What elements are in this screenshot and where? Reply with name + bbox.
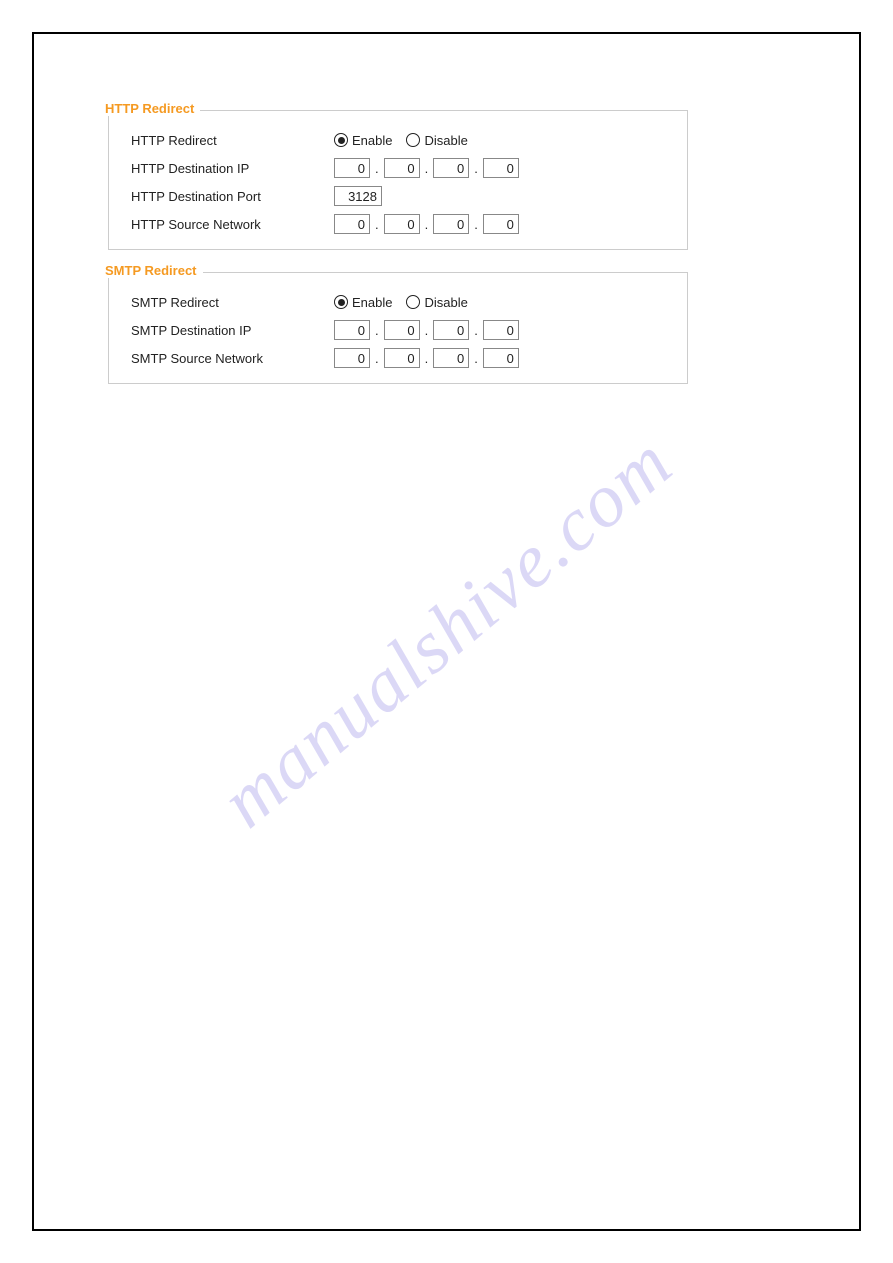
http-src-net-octet-2[interactable] — [433, 214, 469, 234]
http-src-net-label: HTTP Source Network — [119, 217, 334, 232]
smtp-dest-ip-inputs: . . . — [334, 320, 519, 340]
dot-separator: . — [473, 217, 479, 232]
http-dest-ip-octet-1[interactable] — [384, 158, 420, 178]
dot-separator: . — [374, 161, 380, 176]
http-src-net-octet-3[interactable] — [483, 214, 519, 234]
dot-separator: . — [424, 323, 430, 338]
http-dest-port-input[interactable] — [334, 186, 382, 206]
dot-separator: . — [424, 217, 430, 232]
http-dest-ip-inputs: . . . — [334, 158, 519, 178]
dot-separator: . — [374, 217, 380, 232]
http-dest-ip-label: HTTP Destination IP — [119, 161, 334, 176]
dot-separator: . — [473, 323, 479, 338]
smtp-src-net-octet-2[interactable] — [433, 348, 469, 368]
smtp-dest-ip-label: SMTP Destination IP — [119, 323, 334, 338]
smtp-redirect-radio-group: Enable Disable — [334, 295, 478, 310]
http-redirect-enable-label: Enable — [352, 133, 392, 148]
http-redirect-section: HTTP Redirect HTTP Redirect Enable Disab… — [108, 110, 688, 250]
http-redirect-disable-radio[interactable] — [406, 133, 420, 147]
content-area: HTTP Redirect HTTP Redirect Enable Disab… — [108, 110, 788, 406]
http-dest-ip-octet-3[interactable] — [483, 158, 519, 178]
http-redirect-radio-group: Enable Disable — [334, 133, 478, 148]
smtp-redirect-label: SMTP Redirect — [119, 295, 334, 310]
smtp-src-net-octet-3[interactable] — [483, 348, 519, 368]
smtp-redirect-enable-radio[interactable] — [334, 295, 348, 309]
http-dest-port-label: HTTP Destination Port — [119, 189, 334, 204]
http-redirect-title: HTTP Redirect — [105, 101, 200, 116]
smtp-redirect-enable-label: Enable — [352, 295, 392, 310]
smtp-redirect-disable-label: Disable — [424, 295, 467, 310]
smtp-src-net-label: SMTP Source Network — [119, 351, 334, 366]
smtp-dest-ip-row: SMTP Destination IP . . . — [119, 317, 677, 343]
dot-separator: . — [473, 351, 479, 366]
dot-separator: . — [424, 351, 430, 366]
http-src-net-inputs: . . . — [334, 214, 519, 234]
smtp-src-net-row: SMTP Source Network . . . — [119, 345, 677, 371]
http-dest-ip-octet-0[interactable] — [334, 158, 370, 178]
http-dest-ip-row: HTTP Destination IP . . . — [119, 155, 677, 181]
smtp-src-net-octet-0[interactable] — [334, 348, 370, 368]
smtp-dest-ip-octet-3[interactable] — [483, 320, 519, 340]
http-src-net-row: HTTP Source Network . . . — [119, 211, 677, 237]
http-redirect-row: HTTP Redirect Enable Disable — [119, 127, 677, 153]
smtp-dest-ip-octet-1[interactable] — [384, 320, 420, 340]
dot-separator: . — [374, 351, 380, 366]
dot-separator: . — [473, 161, 479, 176]
smtp-redirect-disable-radio[interactable] — [406, 295, 420, 309]
smtp-redirect-row: SMTP Redirect Enable Disable — [119, 289, 677, 315]
smtp-src-net-inputs: . . . — [334, 348, 519, 368]
http-src-net-octet-1[interactable] — [384, 214, 420, 234]
smtp-dest-ip-octet-2[interactable] — [433, 320, 469, 340]
http-dest-ip-octet-2[interactable] — [433, 158, 469, 178]
dot-separator: . — [424, 161, 430, 176]
smtp-src-net-octet-1[interactable] — [384, 348, 420, 368]
http-dest-port-row: HTTP Destination Port — [119, 183, 677, 209]
http-redirect-disable-label: Disable — [424, 133, 467, 148]
smtp-redirect-section: SMTP Redirect SMTP Redirect Enable Disab… — [108, 272, 688, 384]
http-redirect-enable-radio[interactable] — [334, 133, 348, 147]
smtp-dest-ip-octet-0[interactable] — [334, 320, 370, 340]
dot-separator: . — [374, 323, 380, 338]
http-dest-port-inputs — [334, 186, 382, 206]
http-redirect-label: HTTP Redirect — [119, 133, 334, 148]
smtp-redirect-title: SMTP Redirect — [105, 263, 203, 278]
http-src-net-octet-0[interactable] — [334, 214, 370, 234]
